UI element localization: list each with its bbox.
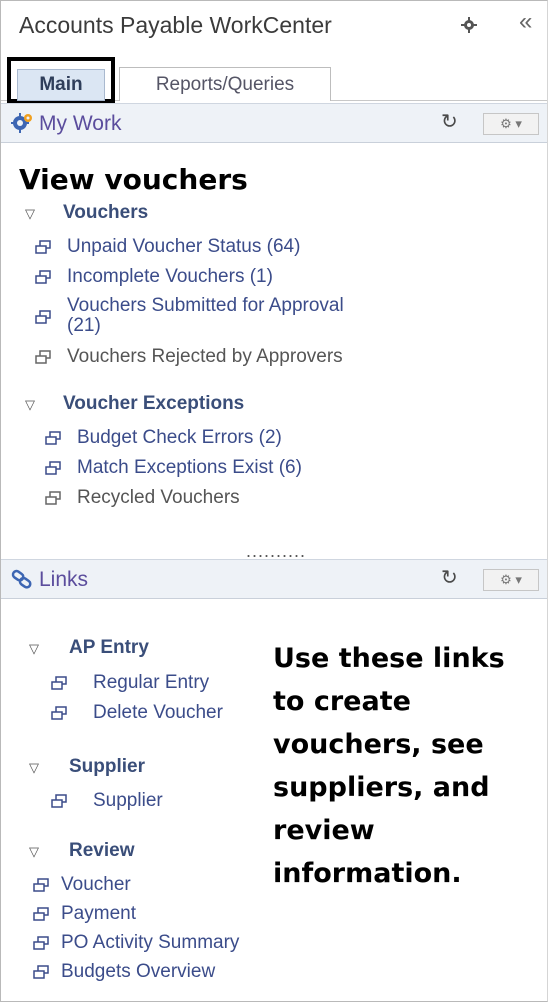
link-icon (33, 965, 49, 979)
link-label[interactable]: Unpaid Voucher Status (64) (67, 236, 300, 257)
link-label[interactable]: Budgets Overview (61, 961, 215, 982)
link-icon (45, 431, 61, 445)
link-label[interactable]: Match Exceptions Exist (6) (77, 457, 302, 478)
collapse-toggle-icon[interactable]: ▽ (29, 844, 39, 860)
workcenter-title: Accounts Payable WorkCenter (19, 12, 332, 38)
annotation-line: review (273, 815, 375, 846)
group-label-supplier[interactable]: Supplier (69, 756, 145, 778)
link-icon (35, 270, 51, 284)
link-label[interactable]: PO Activity Summary (61, 932, 239, 953)
link-icon (51, 676, 67, 690)
my-work-title: My Work (39, 112, 122, 135)
my-work-pagelet-header: My Work ↻ ⚙ ▾ (1, 103, 547, 143)
group-label-voucher-exceptions[interactable]: Voucher Exceptions (63, 393, 244, 415)
link-label[interactable]: Vouchers Submitted for Approval (21) (67, 296, 344, 336)
links-pagelet-header: Links ↻ ⚙ ▾ (1, 559, 547, 599)
group-label-review[interactable]: Review (69, 840, 134, 862)
group-label-ap-entry[interactable]: AP Entry (69, 637, 149, 659)
refresh-icon[interactable]: ↻ (441, 112, 458, 132)
annotation-line: suppliers, and (273, 772, 490, 803)
link-icon (33, 936, 49, 950)
annotation-text: Use these links to create vouchers, see … (273, 637, 543, 895)
pagelet-options-button[interactable]: ⚙ ▾ (483, 113, 539, 135)
link-icon (33, 878, 49, 892)
link-icon (45, 491, 61, 505)
tab-reports-queries[interactable]: Reports/Queries (119, 67, 331, 101)
link-label[interactable]: Vouchers Rejected by Approvers (67, 346, 343, 367)
gear-icon[interactable] (461, 17, 477, 33)
link-icon (45, 461, 61, 475)
annotation-line: Use these links (273, 643, 505, 674)
link-icon (33, 907, 49, 921)
pagelet-options-button[interactable]: ⚙ ▾ (483, 569, 539, 591)
collapse-toggle-icon[interactable]: ▽ (25, 397, 35, 413)
tab-main[interactable]: Main (17, 69, 105, 101)
annotation-line: vouchers, see (273, 729, 484, 760)
link-icon (51, 706, 67, 720)
link-label[interactable]: Voucher (61, 874, 131, 895)
link-label[interactable]: Regular Entry (93, 672, 209, 693)
my-work-gears-icon (11, 113, 32, 133)
link-icon (51, 794, 67, 808)
chain-link-icon (11, 569, 32, 589)
link-icon (35, 240, 51, 254)
workcenter-header: Accounts Payable WorkCenter « (1, 1, 547, 53)
link-label[interactable]: Payment (61, 903, 136, 924)
annotation-line: information. (273, 858, 462, 889)
section-heading: View vouchers (19, 163, 248, 196)
links-title: Links (39, 568, 89, 591)
collapse-toggle-icon[interactable]: ▽ (25, 206, 35, 222)
link-icon (35, 310, 51, 324)
link-label[interactable]: Budget Check Errors (2) (77, 427, 282, 448)
link-label[interactable]: Recycled Vouchers (77, 487, 240, 508)
group-label-vouchers[interactable]: Vouchers (63, 202, 148, 224)
highlight-box: Main (7, 57, 115, 103)
collapse-icon[interactable]: « (519, 10, 532, 34)
collapse-toggle-icon[interactable]: ▽ (29, 641, 39, 657)
collapse-toggle-icon[interactable]: ▽ (29, 760, 39, 776)
workcenter-frame: Accounts Payable WorkCenter « Main Repor… (0, 0, 548, 1002)
link-label[interactable]: Supplier (93, 790, 163, 811)
refresh-icon[interactable]: ↻ (441, 568, 458, 588)
annotation-line: to create (273, 686, 411, 717)
link-label[interactable]: Delete Voucher (93, 702, 223, 723)
link-label[interactable]: Incomplete Vouchers (1) (67, 266, 273, 287)
link-icon (35, 350, 51, 364)
